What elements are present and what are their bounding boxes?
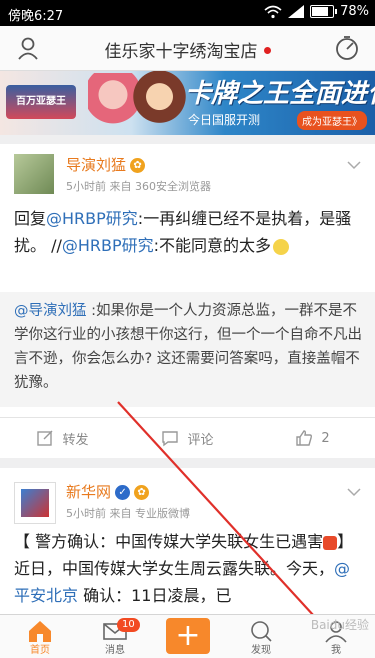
tab-label: 发现 (251, 645, 271, 656)
tab-label: 我 (331, 645, 341, 656)
tab-label: 消息 (105, 645, 125, 656)
unread-badge: 10 (117, 618, 140, 632)
tab-label: 首页 (30, 645, 50, 656)
home-icon (29, 621, 51, 642)
tab-discover[interactable]: 发现 (231, 615, 291, 658)
tab-messages[interactable]: 10 消息 (85, 615, 145, 658)
compose-button[interactable]: + (166, 618, 210, 654)
watermark: Baidu经验 (310, 618, 369, 632)
tab-home[interactable]: 首页 (10, 615, 70, 658)
annotation-arrow (117, 401, 334, 638)
plus-icon: + (175, 618, 201, 653)
search-icon (251, 621, 272, 642)
